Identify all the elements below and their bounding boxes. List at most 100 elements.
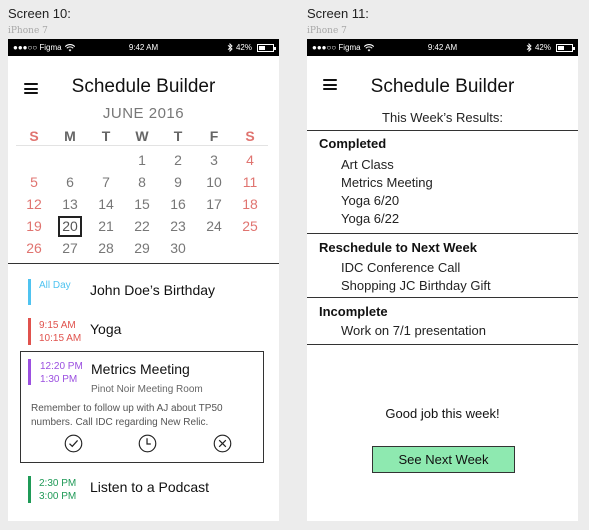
calendar-day[interactable]: 19 (16, 218, 52, 234)
x-circle-icon[interactable] (213, 434, 232, 453)
event-time-end: 3:00 PM (39, 491, 77, 502)
list-item: IDC Conference Call (341, 260, 461, 275)
screen-label-11: Screen 11: (307, 6, 369, 21)
calendar-day[interactable]: 5 (16, 174, 52, 190)
selected-day-box: 20 (58, 215, 82, 237)
event-title: John Doe’s Birthday (90, 282, 216, 298)
calendar-day[interactable]: 26 (16, 240, 52, 256)
calendar-divider (8, 263, 279, 264)
event-time-start: 9:15 AM (39, 320, 76, 331)
list-item: Yoga 6/20 (341, 193, 400, 208)
event-color-bar (28, 359, 31, 385)
calendar-day[interactable]: 3 (196, 152, 232, 168)
weekday-label: T (173, 127, 183, 144)
screen-label-10: Screen 10: (8, 6, 71, 21)
event-location: Pinot Noir Meeting Room (91, 384, 203, 395)
battery-percent: 42% (534, 43, 551, 52)
device-label-10: iPhone 7 (8, 26, 48, 36)
calendar-week-row: 26 27 28 29 30 (16, 237, 268, 259)
calendar-day[interactable]: 7 (88, 174, 124, 190)
bluetooth-icon (526, 43, 532, 52)
phone-screen-10: ●●●○○ Figma 9:42 AM 42% Schedule Builder… (8, 39, 279, 521)
weekday-label: W (135, 127, 149, 144)
calendar-day[interactable]: 18 (232, 196, 268, 212)
list-item: Shopping JC Birthday Gift (341, 278, 491, 293)
calendar-day[interactable]: 11 (232, 174, 268, 190)
wifi-icon (363, 43, 374, 51)
list-item: Work on 7/1 presentation (341, 323, 487, 338)
section-heading-completed: Completed (319, 136, 387, 151)
calendar-day[interactable]: 4 (232, 152, 268, 168)
calendar-week-row: 12 13 14 15 16 17 18 (16, 193, 268, 215)
status-bar: ●●●○○ Figma 9:42 AM 42% (307, 39, 578, 56)
app-title: Schedule Builder (71, 76, 216, 97)
carrier-label: ●●●○○ Figma (13, 43, 62, 52)
calendar-day[interactable]: 14 (88, 196, 124, 212)
see-next-week-button[interactable]: See Next Week (372, 446, 515, 473)
calendar-day[interactable]: 12 (16, 196, 52, 212)
calendar-week-row: 5 6 7 8 9 10 11 (16, 171, 268, 193)
weekday-label: M (64, 127, 76, 144)
battery-percent: 42% (235, 43, 252, 52)
calendar-day[interactable]: 24 (196, 218, 232, 234)
phone-screen-11: ●●●○○ Figma 9:42 AM 42% Schedule Builder… (307, 39, 578, 521)
event-color-bar (28, 279, 31, 305)
event-card-metrics-meeting[interactable]: 12:20 PM 1:30 PM Metrics Meeting Pinot N… (20, 351, 264, 463)
wifi-icon (64, 43, 75, 51)
event-time-end: 1:30 PM (40, 374, 78, 385)
section-divider (307, 344, 578, 345)
event-time: All Day (39, 280, 71, 291)
calendar-day[interactable]: 17 (196, 196, 232, 212)
section-divider (307, 297, 578, 298)
weekday-label: F (209, 127, 219, 144)
battery-icon (257, 43, 276, 52)
calendar-week-row: 19 20 21 22 23 24 25 (16, 215, 268, 237)
calendar-day[interactable]: 30 (160, 240, 196, 256)
section-heading-reschedule: Reschedule to Next Week (319, 240, 477, 255)
device-label-11: iPhone 7 (307, 26, 347, 36)
calendar-day[interactable]: 29 (124, 240, 160, 256)
section-heading-incomplete: Incomplete (319, 304, 388, 319)
calendar-day[interactable]: 23 (160, 218, 196, 234)
bluetooth-icon (227, 43, 233, 52)
event-title: Listen to a Podcast (90, 479, 210, 495)
calendar-day[interactable]: 1 (124, 152, 160, 168)
calendar-day[interactable]: 16 (160, 196, 196, 212)
event-title: Yoga (90, 321, 122, 337)
calendar-day[interactable]: 21 (88, 218, 124, 234)
event-time-start: 2:30 PM (39, 478, 77, 489)
calendar-weekday-header: SMTWTFS (16, 126, 268, 146)
calendar-day[interactable]: 8 (124, 174, 160, 190)
calendar-day[interactable]: 22 (124, 218, 160, 234)
event-time-end: 10:15 AM (39, 333, 82, 344)
status-bar: ●●●○○ Figma 9:42 AM 42% (8, 39, 279, 56)
calendar-day[interactable]: 20 (52, 215, 88, 237)
check-circle-icon[interactable] (64, 434, 83, 453)
event-title: Metrics Meeting (91, 361, 190, 377)
calendar-day[interactable]: 10 (196, 174, 232, 190)
calendar-day[interactable]: 27 (52, 240, 88, 256)
calendar-day[interactable]: 15 (124, 196, 160, 212)
calendar-day[interactable]: 2 (160, 152, 196, 168)
section-divider (307, 130, 578, 131)
event-time-start: 12:20 PM (40, 361, 83, 372)
calendar-grid: S M T W T F S 1 2 3 4 5 6 7 8 9 10 11 12 13 14 15 16 17 18 19 20 21… (16, 126, 268, 259)
calendar-day[interactable]: 13 (52, 196, 88, 212)
closing-message: Good job this week! (385, 406, 500, 421)
calendar-month: JUNE 2016 (102, 105, 185, 122)
weekday-label: T (101, 127, 111, 144)
clock-icon[interactable] (138, 434, 157, 453)
calendar-day[interactable]: 6 (52, 174, 88, 190)
weekday-label: S (245, 127, 255, 144)
event-note: Remember to follow up with AJ about TP50… (31, 403, 223, 428)
results-subtitle: This Week’s Results: (382, 110, 503, 125)
section-divider (307, 233, 578, 234)
calendar-day[interactable]: 28 (88, 240, 124, 256)
weekday-label: S (29, 127, 39, 144)
carrier-label: ●●●○○ Figma (312, 43, 361, 52)
calendar-week-row: 1234 (16, 149, 268, 171)
calendar-day[interactable]: 25 (232, 218, 268, 234)
list-item: Metrics Meeting (341, 175, 433, 190)
app-title: Schedule Builder (370, 76, 515, 97)
calendar-day[interactable]: 9 (160, 174, 196, 190)
